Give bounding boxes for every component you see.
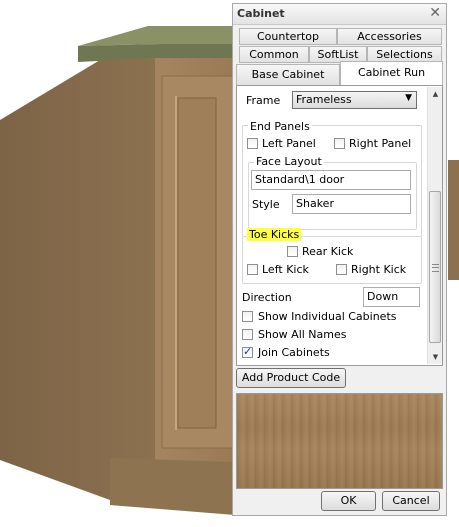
show-all-names-checkbox[interactable]	[242, 329, 253, 340]
right-panel-label: Right Panel	[349, 137, 412, 150]
close-icon[interactable]: ✕	[429, 5, 441, 21]
adjacent-cabinet-edge	[448, 160, 459, 280]
style-label: Style	[252, 198, 280, 211]
style-field[interactable]: Shaker	[292, 194, 411, 214]
join-cabinets-checkbox[interactable]	[242, 345, 253, 358]
tab-cabinet-run[interactable]: Cabinet Run	[340, 61, 443, 86]
scrollbar-thumb[interactable]	[429, 191, 441, 343]
join-cabinets-label: Join Cabinets	[258, 346, 330, 359]
left-kick-checkbox[interactable]	[247, 264, 258, 275]
tab-base-cabinet[interactable]: Base Cabinet	[236, 64, 340, 86]
toe-kick	[110, 458, 235, 515]
cancel-button[interactable]: Cancel	[382, 491, 440, 511]
toe-kicks-legend: Toe Kicks	[247, 228, 302, 241]
dialog-titlebar: Cabinet ✕	[233, 4, 446, 25]
door-panel	[177, 97, 217, 429]
add-product-code-button[interactable]: Add Product Code	[236, 368, 346, 388]
scroll-down-icon[interactable]: ▼	[428, 350, 442, 364]
ok-button[interactable]: OK	[321, 491, 376, 511]
frame-select[interactable]: Frameless ▼	[292, 91, 417, 109]
scroll-up-icon[interactable]: ▲	[428, 87, 442, 101]
material-preview-swatch	[236, 393, 443, 489]
toe-kicks-group	[242, 236, 422, 284]
show-individual-cabinets-checkbox[interactable]	[242, 311, 253, 322]
right-panel-checkbox[interactable]	[334, 138, 345, 149]
dialog-title: Cabinet	[237, 7, 285, 20]
right-kick-label: Right Kick	[351, 263, 407, 276]
show-all-names-label: Show All Names	[258, 328, 347, 341]
tab-common[interactable]: Common	[239, 46, 309, 63]
left-kick-label: Left Kick	[262, 263, 309, 276]
rear-kick-checkbox[interactable]	[287, 246, 298, 257]
grip-icon	[432, 264, 439, 272]
countertop-top	[78, 26, 235, 46]
end-panels-legend: End Panels	[248, 120, 312, 133]
rear-kick-label: Rear Kick	[302, 245, 354, 258]
cabinet-dialog: Cabinet ✕ Countertop Accessories Common …	[232, 3, 447, 516]
cabinet-side	[0, 58, 155, 500]
face-layout-field[interactable]: Standard\1 door	[251, 170, 411, 190]
direction-field[interactable]: Down	[363, 287, 420, 307]
right-kick-checkbox[interactable]	[336, 264, 347, 275]
show-individual-cabinets-label: Show Individual Cabinets	[258, 310, 397, 323]
cabinet-run-panel: Frame Frameless ▼ End Panels Left Panel …	[236, 85, 443, 366]
direction-label: Direction	[242, 291, 292, 304]
frame-select-value: Frameless	[296, 93, 352, 106]
tab-countertop[interactable]: Countertop	[239, 28, 337, 45]
left-panel-label: Left Panel	[262, 137, 316, 150]
frame-label: Frame	[246, 94, 281, 107]
face-layout-legend: Face Layout	[254, 155, 324, 168]
left-panel-checkbox[interactable]	[247, 138, 258, 149]
chevron-down-icon: ▼	[405, 93, 412, 103]
tab-accessories[interactable]: Accessories	[337, 28, 442, 45]
panel-scrollbar[interactable]: ▲ ▼	[427, 87, 442, 364]
toe-kicks-legend-wrap: Toe Kicks	[247, 228, 302, 241]
